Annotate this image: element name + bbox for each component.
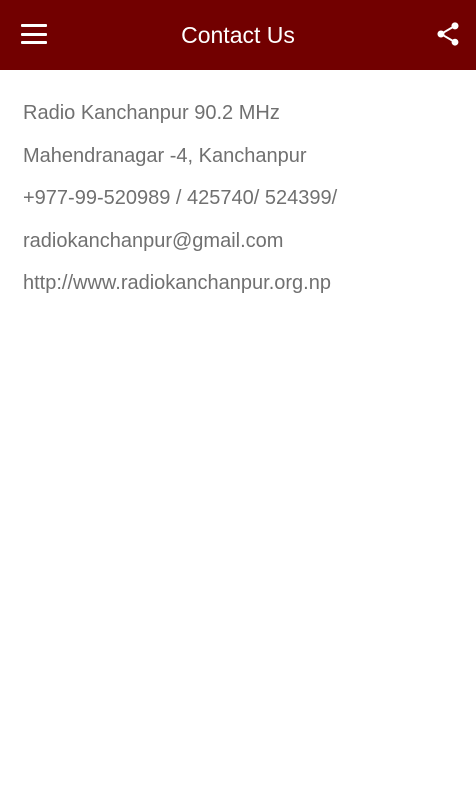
app-screen: Contact Us Radio Kanchanpur 90.2 MHz Mah… (0, 0, 476, 800)
share-icon (437, 22, 459, 46)
hamburger-menu-icon (21, 24, 47, 44)
station-address: Mahendranagar -4, Kanchanpur (23, 144, 307, 167)
email-address[interactable]: radiokanchanpur@gmail.com (23, 220, 463, 263)
app-toolbar: Contact Us (0, 0, 476, 70)
page-title: Contact Us (181, 21, 295, 48)
website-link[interactable]: http://www.radiokanchanpur.org.np (23, 262, 463, 305)
menu-button[interactable] (10, 12, 58, 56)
station-name: Radio Kanchanpur 90.2 MHz (23, 102, 280, 124)
contact-details: Radio Kanchanpur 90.2 MHz Mahendranagar … (23, 92, 463, 305)
share-button[interactable] (424, 12, 472, 56)
phone-numbers[interactable]: +977-99-520989 / 425740/ 524399/ (23, 177, 463, 220)
